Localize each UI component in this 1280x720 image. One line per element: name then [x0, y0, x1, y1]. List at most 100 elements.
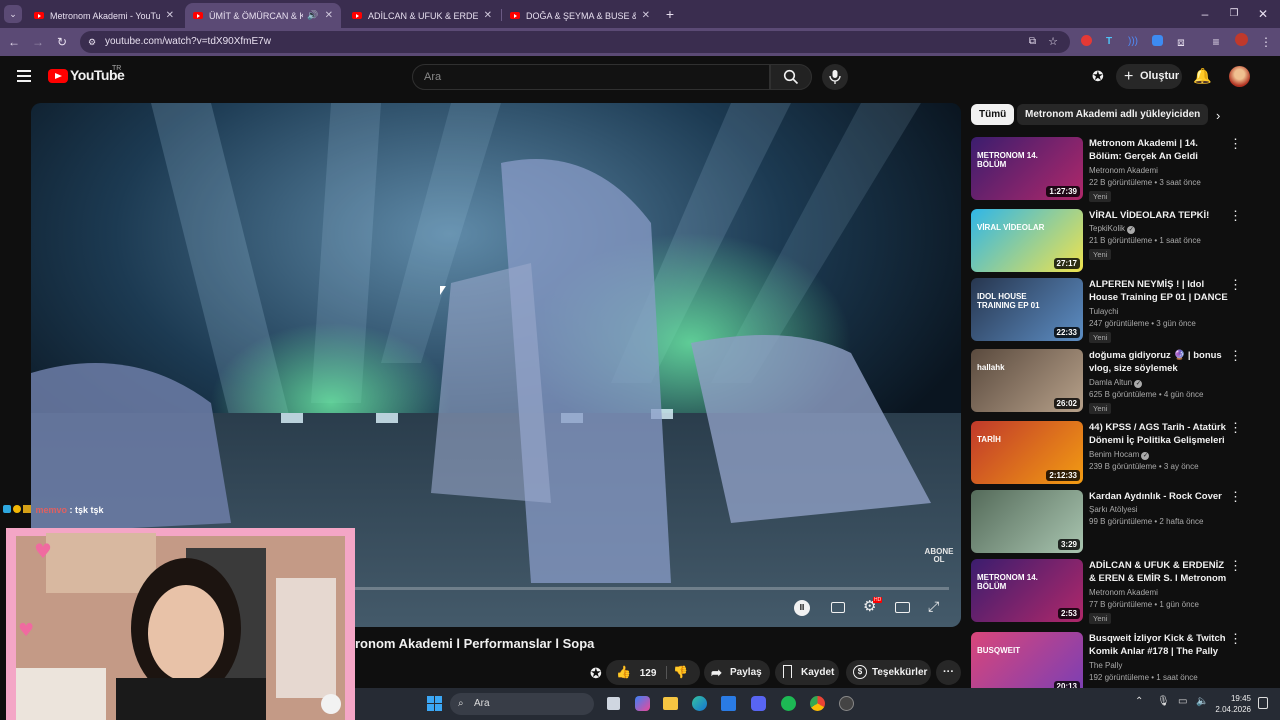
video-thumbnail[interactable]: 3:29 [971, 490, 1083, 553]
extensions-puzzle-icon[interactable]: ⧈ [1172, 33, 1190, 51]
fullscreen-icon[interactable]: ⤢ [928, 598, 939, 615]
more-options-icon[interactable]: ⋮ [1229, 559, 1242, 573]
video-title[interactable]: Busqweit İzliyor Kick & Twitch Komik Anl… [1089, 632, 1229, 658]
extension-audio-icon[interactable]: ))) [1124, 33, 1142, 51]
spotify-icon[interactable] [781, 696, 796, 711]
browser-tab[interactable]: DOĞA & ŞEYMA & BUSE & GÜ ✕ [502, 3, 658, 28]
more-options-icon[interactable]: ⋮ [1229, 349, 1242, 363]
video-thumbnail[interactable]: IDOL HOUSE TRAINING EP 01 22:33 [971, 278, 1083, 341]
install-app-icon[interactable]: ⧉ [1029, 31, 1036, 53]
maximize-icon[interactable]: ❐ [1225, 5, 1243, 23]
notification-center-icon[interactable] [1258, 697, 1268, 709]
channel-name[interactable]: Damla Altun ✓ [1089, 378, 1143, 388]
more-options-icon[interactable]: ⋮ [1229, 209, 1242, 223]
recommended-video[interactable]: hallahk 26:02 doğuma gidiyoruz 🔮 | bonus v… [971, 349, 1261, 415]
recommended-video[interactable]: VİRAL VİDEOLAR 27:17 VİRAL VİDEOLARA TEPKİ… [971, 209, 1261, 275]
recommended-video[interactable]: METRONOM 14. BÖLÜM 1:27:39 Metronom Akadem… [971, 137, 1261, 203]
pause-icon[interactable]: II [794, 600, 810, 616]
reload-icon[interactable]: ↻ [53, 33, 71, 51]
recommended-video[interactable]: 3:29 Kardan Aydınlık - Rock Cover Şarkı At… [971, 490, 1261, 556]
video-thumbnail[interactable]: VİRAL VİDEOLAR 27:17 [971, 209, 1083, 272]
channel-name[interactable]: The Pally [1089, 661, 1122, 670]
recommended-video[interactable]: TARİH 2:12:33 44) KPSS / AGS Tarih - Atatü… [971, 421, 1261, 487]
tab-search-chevron-icon[interactable]: ⌄ [4, 5, 22, 23]
voice-search-button[interactable] [822, 64, 848, 90]
thanks-button[interactable]: $ Teşekkürler [846, 660, 931, 685]
channel-name[interactable]: TepkiKolik ✓ [1089, 224, 1136, 234]
video-title[interactable]: doğuma gidiyoruz 🔮 | bonus vlog, size sö… [1089, 349, 1229, 376]
store-icon[interactable] [721, 696, 736, 711]
more-options-icon[interactable]: ⋮ [1229, 278, 1242, 292]
browser-menu-icon[interactable]: ⋮ [1257, 33, 1275, 51]
search-button[interactable] [770, 64, 812, 90]
tray-volume-icon[interactable]: 🔈 [1196, 696, 1208, 707]
channel-name[interactable]: Metronom Akademi [1089, 166, 1158, 175]
recommended-video[interactable]: IDOL HOUSE TRAINING EP 01 22:33 ALPEREN NE… [971, 278, 1261, 344]
video-title[interactable]: Kardan Aydınlık - Rock Cover [1089, 490, 1229, 503]
hamburger-menu-icon[interactable] [17, 70, 31, 82]
video-title[interactable]: VİRAL VİDEOLARA TEPKİ! [1089, 209, 1229, 222]
tab-close-icon[interactable]: ✕ [166, 10, 174, 21]
recommended-video[interactable]: METRONOM 14. BÖLÜM 2:53 ADİLCAN & UFUK & E… [971, 559, 1261, 625]
create-button[interactable]: + Oluştur [1116, 64, 1182, 89]
more-actions-button[interactable]: ··· [936, 660, 961, 685]
more-options-icon[interactable]: ⋮ [1229, 137, 1242, 151]
channel-name[interactable]: Şarkı Atölyesi [1089, 505, 1137, 514]
more-options-icon[interactable]: ⋮ [1229, 490, 1242, 504]
tab-close-icon[interactable]: ✕ [484, 10, 492, 21]
tray-mic-icon[interactable]: 🎙 [1157, 696, 1170, 707]
chips-next-icon[interactable]: › [1216, 108, 1220, 123]
file-explorer-icon[interactable] [663, 697, 678, 710]
dislike-button[interactable]: 👎 [673, 660, 688, 685]
video-thumbnail[interactable]: BUSQWEIT 20:13 [971, 632, 1083, 695]
clock[interactable]: 19:45 2.04.2026 [1211, 693, 1251, 715]
share-button[interactable]: ➦ Paylaş [704, 660, 770, 685]
theater-mode-icon[interactable] [895, 602, 910, 613]
tab-close-icon[interactable]: ✕ [325, 10, 333, 21]
browser-tab[interactable]: Metronom Akademi - YouTube ✕ [26, 3, 182, 28]
channel-name[interactable]: Tulaychi [1089, 307, 1119, 316]
speaker-icon[interactable]: 🔊 [307, 10, 318, 21]
video-title[interactable]: Metronom Akademi | 14. Bölüm: Gerçek An … [1089, 137, 1229, 163]
video-thumbnail[interactable]: TARİH 2:12:33 [971, 421, 1083, 484]
bookmark-star-icon[interactable]: ☆ [1048, 31, 1058, 53]
search-input[interactable]: Ara [412, 64, 770, 90]
windows-start-icon[interactable] [427, 696, 442, 711]
new-tab-button[interactable]: + [661, 5, 679, 23]
subscribe-watermark[interactable]: ABONE OL [924, 548, 954, 564]
video-thumbnail[interactable]: METRONOM 14. BÖLÜM 2:53 [971, 559, 1083, 622]
subtitles-icon[interactable] [831, 602, 845, 613]
taskbar-app-icon[interactable] [839, 696, 854, 711]
reading-list-icon[interactable]: ≡ [1207, 33, 1225, 51]
copilot-icon[interactable] [635, 696, 650, 711]
video-title[interactable]: 44) KPSS / AGS Tarih - Atatürk Dönemi İç… [1089, 421, 1229, 448]
tray-chevron-icon[interactable]: ⌃ [1135, 696, 1143, 707]
close-window-icon[interactable]: ✕ [1254, 5, 1272, 23]
tab-close-icon[interactable]: ✕ [642, 10, 650, 21]
channel-avatar[interactable] [1229, 66, 1250, 87]
video-title[interactable]: ADİLCAN & UFUK & ERDENİZ & EREN & EMİR S… [1089, 559, 1229, 586]
save-button[interactable]: Kaydet [775, 660, 839, 685]
discord-icon[interactable] [751, 696, 766, 711]
filter-chip-all[interactable]: Tümü [971, 104, 1015, 125]
video-thumbnail[interactable]: METRONOM 14. BÖLÜM 1:27:39 [971, 137, 1083, 200]
forward-icon[interactable]: → [29, 33, 47, 51]
browser-tab[interactable]: ADİLCAN & UFUK & ERDENİZ & ✕ [344, 3, 500, 28]
edge-icon[interactable] [692, 696, 707, 711]
extension-action-icon[interactable]: ✪ [590, 665, 602, 682]
like-button[interactable]: 👍 129 [616, 660, 666, 686]
browser-tab-active[interactable]: ÜMİT & ÖMÜRCAN & KAA 🔊 ✕ [185, 3, 341, 28]
more-options-icon[interactable]: ⋮ [1229, 632, 1242, 646]
profile-avatar[interactable] [1232, 33, 1250, 51]
more-options-icon[interactable]: ⋮ [1229, 421, 1242, 435]
filter-chip-uploader[interactable]: Metronom Akademi adlı yükleyiciden [1017, 104, 1209, 125]
extension-vpn-icon[interactable] [1148, 33, 1166, 51]
taskbar-search[interactable]: ⌕ Ara [450, 693, 594, 715]
site-info-icon[interactable]: ⚙ [88, 31, 96, 53]
extension-red-icon[interactable] [1077, 33, 1095, 51]
tray-network-icon[interactable]: ▭ [1178, 696, 1187, 707]
video-title[interactable]: ALPEREN NEYMİŞ ! | Idol House Training E… [1089, 278, 1229, 305]
extension-star-icon[interactable]: ✪ [1092, 68, 1104, 85]
video-thumbnail[interactable]: hallahk 26:02 [971, 349, 1083, 412]
channel-name[interactable]: Metronom Akademi [1089, 588, 1158, 597]
